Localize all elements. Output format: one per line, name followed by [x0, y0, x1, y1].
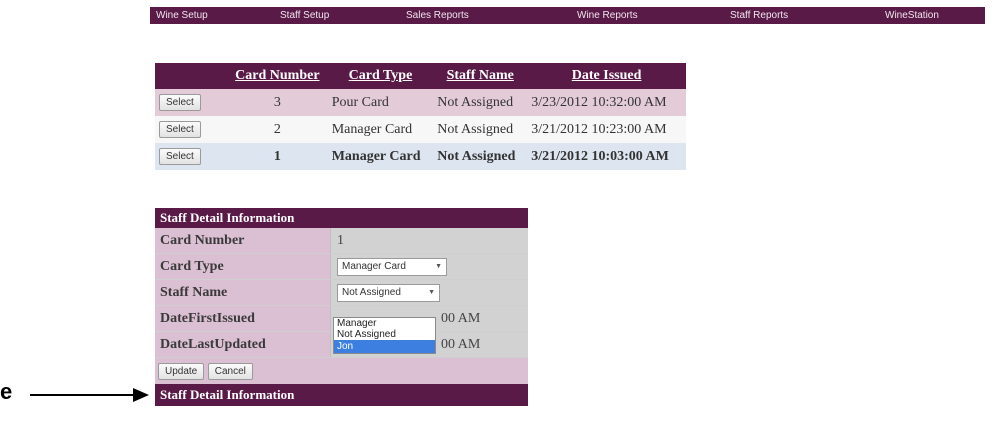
staff-name-selected-value: Not Assigned: [342, 287, 401, 298]
card-number-value: 1: [330, 228, 528, 254]
staff-name-cell: Not Assigned: [433, 116, 528, 143]
dropdown-option-manager[interactable]: Manager: [334, 318, 435, 329]
chevron-down-icon: ▼: [435, 263, 442, 270]
header-card-type[interactable]: Card Type: [327, 63, 434, 89]
date-issued-cell: 3/23/2012 10:32:00 AM: [527, 89, 686, 116]
header-card-number[interactable]: Card Number: [227, 63, 328, 89]
card-number-cell: 1: [227, 143, 328, 170]
nav-sales-reports[interactable]: Sales Reports: [406, 10, 469, 21]
card-number-cell: 3: [227, 89, 328, 116]
select-button[interactable]: Select: [159, 121, 201, 138]
dropdown-option-not-assigned[interactable]: Not Assigned: [334, 329, 435, 340]
arrow-right-icon: [133, 388, 149, 402]
card-number-cell: 2: [227, 116, 328, 143]
staff-name-cell: Not Assigned: [433, 143, 528, 170]
card-type-select[interactable]: Manager Card ▼: [337, 257, 447, 276]
select-button[interactable]: Select: [159, 148, 201, 165]
staff-name-select[interactable]: Not Assigned ▼: [337, 283, 440, 302]
card-type-cell: Manager Card: [327, 116, 434, 143]
date-first-issued-label: DateFirstIssued: [155, 305, 331, 332]
date-issued-cell: 3/21/2012 10:23:00 AM: [527, 116, 686, 143]
top-nav-bar: Wine Setup Staff Setup Sales Reports Win…: [150, 7, 985, 24]
cards-table: Card Number Card Type Staff Name Date Is…: [155, 63, 686, 170]
date-issued-cell: 3/21/2012 10:03:00 AM: [527, 143, 686, 170]
nav-wine-reports[interactable]: Wine Reports: [577, 10, 638, 21]
card-type-cell: Manager Card: [327, 143, 434, 170]
select-button[interactable]: Select: [159, 94, 201, 111]
dropdown-option-jon[interactable]: Jon: [334, 340, 435, 353]
date-last-updated-label: DateLastUpdated: [155, 331, 331, 358]
table-row-selected: Select 1 Manager Card Not Assigned 3/21/…: [155, 143, 686, 170]
table-row: Select 2 Manager Card Not Assigned 3/21/…: [155, 116, 686, 143]
card-type-cell: Pour Card: [327, 89, 434, 116]
header-select-spacer: [155, 63, 227, 89]
staff-detail-panel: Staff Detail Information Card Number 1 C…: [155, 208, 528, 406]
nav-wine-setup[interactable]: Wine Setup: [156, 10, 208, 21]
chevron-down-icon: ▼: [428, 289, 435, 296]
staff-detail-footer-title: Staff Detail Information: [155, 384, 528, 406]
nav-staff-reports[interactable]: Staff Reports: [730, 10, 788, 21]
cards-table-header: Card Number Card Type Staff Name Date Is…: [155, 63, 686, 89]
staff-name-dropdown-list: Manager Not Assigned Jon: [333, 317, 436, 354]
annotation-label: e: [0, 379, 13, 404]
staff-name-cell: Not Assigned: [433, 89, 528, 116]
card-type-label: Card Type: [155, 253, 331, 280]
staff-name-label: Staff Name: [155, 279, 331, 306]
header-date-issued[interactable]: Date Issued: [527, 63, 686, 89]
update-button[interactable]: Update: [158, 362, 205, 380]
cancel-button[interactable]: Cancel: [207, 362, 253, 380]
header-staff-name[interactable]: Staff Name: [433, 63, 528, 89]
card-number-label: Card Number: [155, 228, 331, 254]
annotation-arrow-line: [30, 394, 135, 396]
nav-staff-setup[interactable]: Staff Setup: [280, 10, 329, 21]
staff-detail-title: Staff Detail Information: [155, 208, 528, 228]
table-row: Select 3 Pour Card Not Assigned 3/23/201…: [155, 89, 686, 116]
nav-winestation[interactable]: WineStation: [885, 10, 939, 21]
card-type-selected-value: Manager Card: [342, 261, 406, 272]
